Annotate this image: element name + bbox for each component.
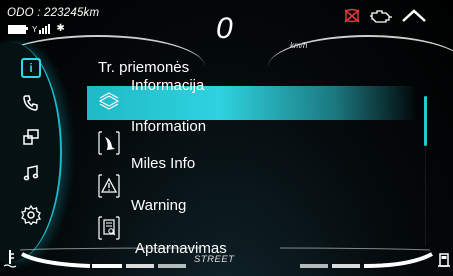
status-icons: Y ✱ [8,24,65,34]
sidebar-item-info[interactable]: i [18,55,44,81]
menu-item-informacija[interactable]: Informacija [87,77,204,115]
settings-gear-icon [21,205,41,225]
top-right-arc [268,35,453,67]
riding-mode-label: STREET [194,254,235,265]
menu-item-miles-info[interactable]: Miles Info [87,155,195,200]
screen-mirror-icon [23,129,39,145]
sidebar: i [0,42,62,262]
menu-item-label: Miles Info [131,155,196,172]
sidebar-item-music[interactable] [18,160,44,186]
sidebar-item-phone[interactable] [18,90,44,116]
layers-icon [98,92,120,110]
music-note-icon [23,165,39,181]
menu-item-label: Warning [131,197,187,214]
menu-item-label: Informacija [131,77,205,94]
engine-check-icon [370,10,392,23]
menu-item-information[interactable]: Information [87,118,206,157]
speed-unit: km/h [290,41,308,50]
coolant-temperature-icon [3,250,17,268]
warning-indicators [343,8,427,24]
menu-item-label: Information [131,118,207,135]
instrument-cluster-screen: ODO : 223245km Y ✱ 0 km/h i Tr. priemonė… [0,0,453,276]
info-icon: i [21,58,41,78]
tire-pressure-icon [98,131,120,155]
sidebar-item-mirror[interactable] [18,124,44,150]
sidebar-item-settings[interactable] [18,202,44,228]
speed-value: 0 [216,12,233,45]
signal-strength-icon: Y [32,24,51,34]
warning-triangle-icon [98,174,120,198]
bluetooth-icon: ✱ [56,23,65,34]
menu-title: Tr. priemonės [98,59,190,76]
odometer: ODO : 223245km [7,7,100,19]
scrollbar-thumb[interactable] [424,96,427,146]
tpms-off-warning-icon [344,8,360,23]
fuel-pump-icon [438,253,450,267]
battery-icon [8,24,28,34]
road-mode-icon [402,9,426,22]
phone-icon [23,95,38,111]
